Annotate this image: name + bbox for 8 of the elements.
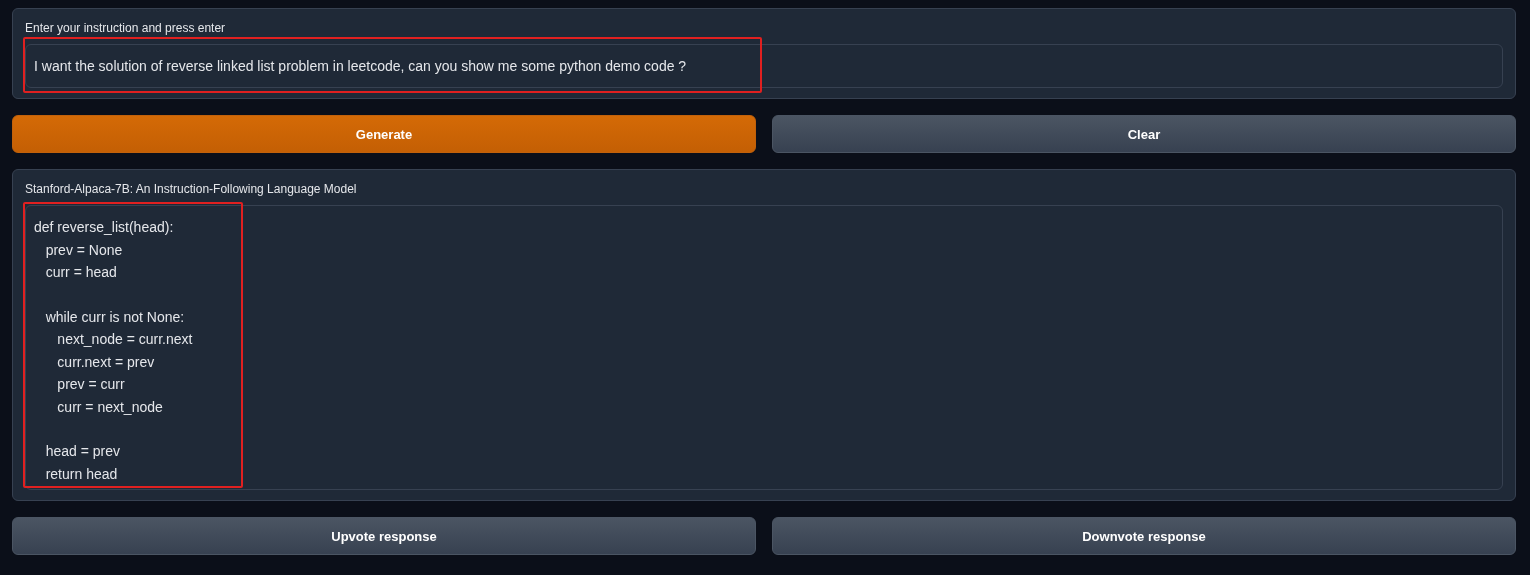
instruction-input[interactable]: I want the solution of reverse linked list problem in leetcode, can you show me some python demo code ? xyxy=(25,44,1503,89)
field-label: Stanford-Alpaca-7B: An Instruction-Following Language Model xyxy=(25,182,358,197)
field-label: Enter your instruction and press enter xyxy=(25,21,227,35)
output-textbox[interactable]: def reverse_list(head): prev = None curr = head while curr is not None: next_node = curr.next curr.next = prev prev = curr curr = next_node head = prev return head xyxy=(25,205,1503,491)
generate-button[interactable]: Generate xyxy=(12,115,756,154)
clear-button[interactable]: Clear xyxy=(772,115,1516,154)
upvote-button[interactable]: Upvote response xyxy=(12,517,756,556)
downvote-button[interactable]: Downvote response xyxy=(772,517,1516,556)
